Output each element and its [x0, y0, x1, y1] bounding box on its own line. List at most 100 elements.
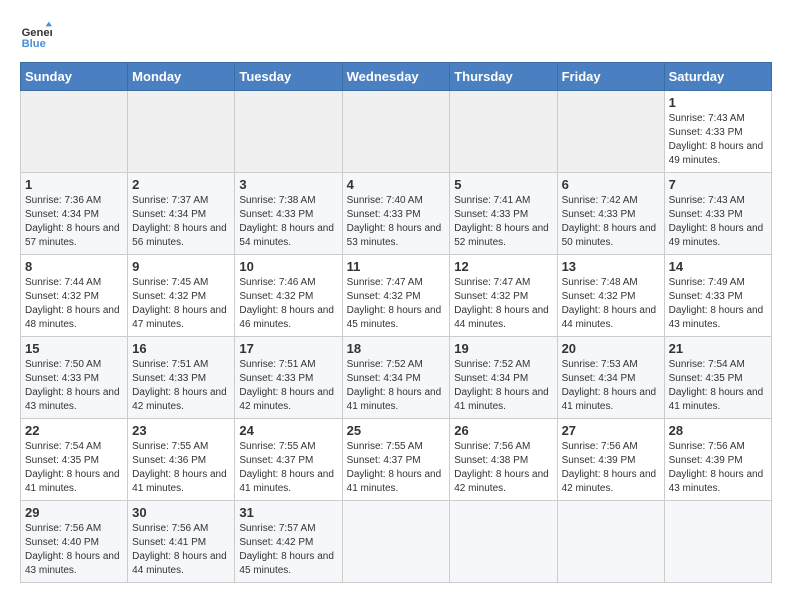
- calendar-cell: [21, 91, 128, 173]
- day-number: 23: [132, 423, 230, 438]
- calendar-week-0: 1 Sunrise: 7:43 AMSunset: 4:33 PMDayligh…: [21, 91, 772, 173]
- calendar-cell: [128, 91, 235, 173]
- day-number: 8: [25, 259, 123, 274]
- day-info: Sunrise: 7:43 AMSunset: 4:33 PMDaylight:…: [669, 113, 764, 166]
- calendar-cell: [342, 91, 450, 173]
- header-monday: Monday: [128, 63, 235, 91]
- calendar-cell: 9 Sunrise: 7:45 AMSunset: 4:32 PMDayligh…: [128, 255, 235, 337]
- day-number: 6: [562, 177, 660, 192]
- day-number: 26: [454, 423, 552, 438]
- calendar-week-3: 15 Sunrise: 7:50 AMSunset: 4:33 PMDaylig…: [21, 337, 772, 419]
- day-number: 20: [562, 341, 660, 356]
- day-number: 3: [239, 177, 337, 192]
- day-info: Sunrise: 7:41 AMSunset: 4:33 PMDaylight:…: [454, 195, 549, 248]
- day-number: 1: [669, 95, 767, 110]
- calendar-cell: [450, 91, 557, 173]
- day-number: 18: [347, 341, 446, 356]
- calendar-cell: 12 Sunrise: 7:47 AMSunset: 4:32 PMDaylig…: [450, 255, 557, 337]
- calendar-cell: 18 Sunrise: 7:52 AMSunset: 4:34 PMDaylig…: [342, 337, 450, 419]
- header-saturday: Saturday: [664, 63, 771, 91]
- day-info: Sunrise: 7:44 AMSunset: 4:32 PMDaylight:…: [25, 277, 120, 330]
- calendar-cell: 3 Sunrise: 7:38 AMSunset: 4:33 PMDayligh…: [235, 173, 342, 255]
- day-info: Sunrise: 7:52 AMSunset: 4:34 PMDaylight:…: [347, 359, 442, 412]
- calendar-cell: 4 Sunrise: 7:40 AMSunset: 4:33 PMDayligh…: [342, 173, 450, 255]
- calendar-cell: 26 Sunrise: 7:56 AMSunset: 4:38 PMDaylig…: [450, 419, 557, 501]
- day-number: 21: [669, 341, 767, 356]
- calendar-table: SundayMondayTuesdayWednesdayThursdayFrid…: [20, 62, 772, 583]
- day-number: 5: [454, 177, 552, 192]
- day-info: Sunrise: 7:37 AMSunset: 4:34 PMDaylight:…: [132, 195, 227, 248]
- header-friday: Friday: [557, 63, 664, 91]
- calendar-cell: 2 Sunrise: 7:37 AMSunset: 4:34 PMDayligh…: [128, 173, 235, 255]
- day-info: Sunrise: 7:56 AMSunset: 4:38 PMDaylight:…: [454, 441, 549, 494]
- page-header: General Blue: [20, 20, 772, 52]
- day-number: 11: [347, 259, 446, 274]
- day-info: Sunrise: 7:42 AMSunset: 4:33 PMDaylight:…: [562, 195, 657, 248]
- day-number: 14: [669, 259, 767, 274]
- day-number: 7: [669, 177, 767, 192]
- day-info: Sunrise: 7:55 AMSunset: 4:36 PMDaylight:…: [132, 441, 227, 494]
- day-info: Sunrise: 7:54 AMSunset: 4:35 PMDaylight:…: [25, 441, 120, 494]
- svg-text:General: General: [22, 27, 52, 39]
- calendar-cell: [235, 91, 342, 173]
- calendar-header-row: SundayMondayTuesdayWednesdayThursdayFrid…: [21, 63, 772, 91]
- day-info: Sunrise: 7:56 AMSunset: 4:39 PMDaylight:…: [562, 441, 657, 494]
- day-number: 29: [25, 505, 123, 520]
- day-number: 24: [239, 423, 337, 438]
- day-number: 31: [239, 505, 337, 520]
- day-info: Sunrise: 7:52 AMSunset: 4:34 PMDaylight:…: [454, 359, 549, 412]
- day-number: 30: [132, 505, 230, 520]
- header-tuesday: Tuesday: [235, 63, 342, 91]
- calendar-cell: [557, 91, 664, 173]
- logo-icon: General Blue: [20, 20, 52, 52]
- day-info: Sunrise: 7:38 AMSunset: 4:33 PMDaylight:…: [239, 195, 334, 248]
- day-info: Sunrise: 7:53 AMSunset: 4:34 PMDaylight:…: [562, 359, 657, 412]
- calendar-cell: 24 Sunrise: 7:55 AMSunset: 4:37 PMDaylig…: [235, 419, 342, 501]
- day-info: Sunrise: 7:40 AMSunset: 4:33 PMDaylight:…: [347, 195, 442, 248]
- calendar-week-4: 22 Sunrise: 7:54 AMSunset: 4:35 PMDaylig…: [21, 419, 772, 501]
- header-wednesday: Wednesday: [342, 63, 450, 91]
- calendar-cell: 25 Sunrise: 7:55 AMSunset: 4:37 PMDaylig…: [342, 419, 450, 501]
- day-number: 25: [347, 423, 446, 438]
- day-number: 19: [454, 341, 552, 356]
- calendar-cell: 5 Sunrise: 7:41 AMSunset: 4:33 PMDayligh…: [450, 173, 557, 255]
- calendar-cell: 14 Sunrise: 7:49 AMSunset: 4:33 PMDaylig…: [664, 255, 771, 337]
- day-number: 15: [25, 341, 123, 356]
- calendar-cell: 22 Sunrise: 7:54 AMSunset: 4:35 PMDaylig…: [21, 419, 128, 501]
- calendar-cell: 28 Sunrise: 7:56 AMSunset: 4:39 PMDaylig…: [664, 419, 771, 501]
- calendar-cell: 10 Sunrise: 7:46 AMSunset: 4:32 PMDaylig…: [235, 255, 342, 337]
- calendar-week-2: 8 Sunrise: 7:44 AMSunset: 4:32 PMDayligh…: [21, 255, 772, 337]
- day-number: 9: [132, 259, 230, 274]
- day-number: 16: [132, 341, 230, 356]
- calendar-cell: 31 Sunrise: 7:57 AMSunset: 4:42 PMDaylig…: [235, 501, 342, 583]
- day-info: Sunrise: 7:36 AMSunset: 4:34 PMDaylight:…: [25, 195, 120, 248]
- day-number: 27: [562, 423, 660, 438]
- day-number: 4: [347, 177, 446, 192]
- calendar-cell: [450, 501, 557, 583]
- day-info: Sunrise: 7:46 AMSunset: 4:32 PMDaylight:…: [239, 277, 334, 330]
- calendar-cell: 27 Sunrise: 7:56 AMSunset: 4:39 PMDaylig…: [557, 419, 664, 501]
- day-info: Sunrise: 7:55 AMSunset: 4:37 PMDaylight:…: [347, 441, 442, 494]
- header-thursday: Thursday: [450, 63, 557, 91]
- calendar-cell: 1 Sunrise: 7:36 AMSunset: 4:34 PMDayligh…: [21, 173, 128, 255]
- day-number: 28: [669, 423, 767, 438]
- day-info: Sunrise: 7:56 AMSunset: 4:40 PMDaylight:…: [25, 523, 120, 576]
- calendar-cell: 17 Sunrise: 7:51 AMSunset: 4:33 PMDaylig…: [235, 337, 342, 419]
- day-number: 2: [132, 177, 230, 192]
- day-number: 17: [239, 341, 337, 356]
- calendar-cell: 21 Sunrise: 7:54 AMSunset: 4:35 PMDaylig…: [664, 337, 771, 419]
- day-number: 1: [25, 177, 123, 192]
- calendar-cell: [342, 501, 450, 583]
- calendar-cell: 30 Sunrise: 7:56 AMSunset: 4:41 PMDaylig…: [128, 501, 235, 583]
- calendar-cell: 8 Sunrise: 7:44 AMSunset: 4:32 PMDayligh…: [21, 255, 128, 337]
- calendar-cell: 7 Sunrise: 7:43 AMSunset: 4:33 PMDayligh…: [664, 173, 771, 255]
- day-number: 13: [562, 259, 660, 274]
- day-info: Sunrise: 7:49 AMSunset: 4:33 PMDaylight:…: [669, 277, 764, 330]
- calendar-cell: 13 Sunrise: 7:48 AMSunset: 4:32 PMDaylig…: [557, 255, 664, 337]
- day-info: Sunrise: 7:54 AMSunset: 4:35 PMDaylight:…: [669, 359, 764, 412]
- day-info: Sunrise: 7:57 AMSunset: 4:42 PMDaylight:…: [239, 523, 334, 576]
- calendar-cell: 23 Sunrise: 7:55 AMSunset: 4:36 PMDaylig…: [128, 419, 235, 501]
- day-number: 22: [25, 423, 123, 438]
- header-sunday: Sunday: [21, 63, 128, 91]
- logo: General Blue: [20, 20, 52, 52]
